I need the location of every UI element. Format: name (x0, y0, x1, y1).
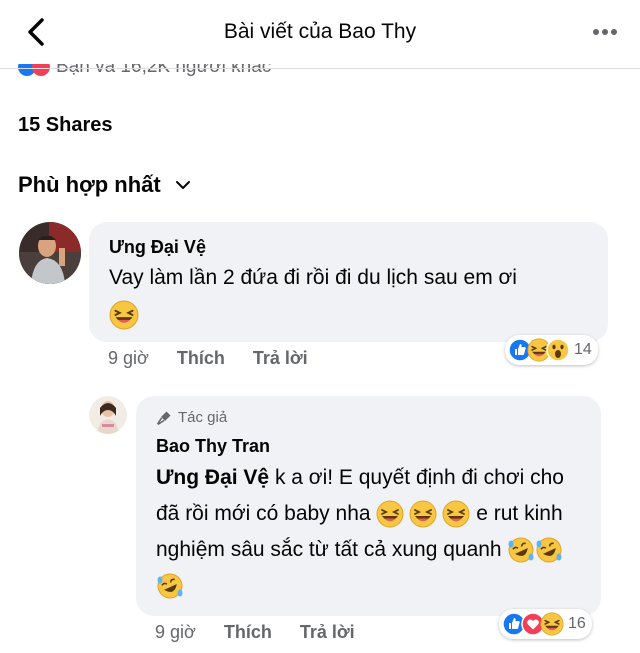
rofl-emoji-icon (156, 572, 184, 600)
laughing-emoji-icon (109, 300, 139, 330)
shares-count[interactable]: 15 Shares (18, 114, 113, 137)
wow-icon (546, 338, 570, 362)
sort-dropdown[interactable]: Phù hợp nhất (18, 172, 191, 198)
commenter-name[interactable]: Bao Thy Tran (156, 436, 270, 457)
like-button[interactable]: Thích (224, 622, 272, 643)
comment-time: 9 giờ (108, 348, 149, 368)
back-arrow-icon[interactable] (22, 14, 52, 50)
divider (0, 68, 640, 69)
comment-text: Vay làm lần 2 đứa đi rồi đi du lịch sau … (109, 260, 599, 332)
avatar[interactable] (89, 396, 127, 434)
author-badge: Tác giả (156, 409, 227, 426)
top-bar: Bài viết của Bao Thy (0, 0, 640, 64)
comment-actions: 9 giờ Thích Trả lời (108, 348, 336, 369)
comment-time: 9 giờ (155, 622, 196, 642)
comment-text-content: Vay làm lần 2 đứa đi rồi đi du lịch sau … (109, 266, 517, 289)
reaction-badge[interactable]: 16 (499, 609, 592, 639)
comment-bubble[interactable]: Tác giả Bao Thy Tran Ưng Đại Vệ k a ơi! … (136, 396, 601, 616)
reply-button[interactable]: Trả lời (253, 348, 308, 369)
reaction-badge[interactable]: 14 (505, 335, 598, 365)
author-badge-label: Tác giả (178, 409, 228, 426)
avatar[interactable] (19, 222, 81, 284)
reaction-count: 16 (568, 615, 586, 632)
laughing-emoji-icon (442, 500, 470, 528)
laugh-icon (540, 612, 564, 636)
chevron-down-icon (175, 181, 190, 189)
mention-link[interactable]: Ưng Đại Vệ (156, 466, 269, 489)
comment-text: Ưng Đại Vệ k a ơi! E quyết định đi chơi … (156, 460, 591, 604)
more-options-icon[interactable] (590, 18, 620, 46)
like-button[interactable]: Thích (177, 348, 225, 369)
microphone-icon (156, 411, 171, 425)
reaction-count: 14 (574, 341, 592, 358)
comment-actions: 9 giờ Thích Trả lời (155, 622, 383, 643)
rofl-emoji-icon (507, 536, 535, 564)
commenter-name[interactable]: Ưng Đại Vệ (109, 237, 206, 258)
page-title: Bài viết của Bao Thy (223, 20, 417, 43)
laughing-emoji-icon (376, 500, 404, 528)
sort-label: Phù hợp nhất (18, 172, 161, 197)
rofl-emoji-icon (535, 536, 563, 564)
reply-button[interactable]: Trả lời (300, 622, 355, 643)
comment-bubble[interactable]: Ưng Đại Vệ Vay làm lần 2 đứa đi rồi đi d… (89, 222, 608, 342)
laughing-emoji-icon (409, 500, 437, 528)
